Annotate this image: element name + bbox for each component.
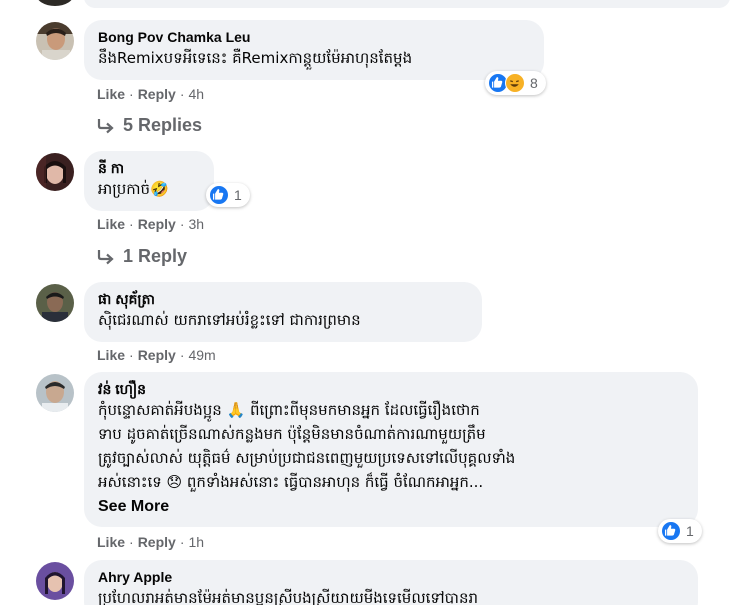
- like-button[interactable]: Like: [97, 86, 125, 102]
- comment-actions: Like · Reply · 1h: [97, 534, 204, 550]
- comment-timestamp[interactable]: 1h: [188, 534, 204, 550]
- comment-bubble-partial: [84, 0, 730, 8]
- reaction-summary[interactable]: 8: [485, 71, 546, 95]
- separator-dot: ·: [129, 216, 134, 232]
- comment-text: នឹងRemixបទអីទេនេះ គឺRemixកាន្តួយម៉ែអាហុន…: [98, 49, 413, 67]
- comment-author[interactable]: នី កា: [98, 159, 200, 177]
- reaction-summary[interactable]: 1: [658, 519, 702, 543]
- like-reaction-icon: [661, 521, 681, 541]
- avatar[interactable]: [36, 153, 74, 191]
- comment-author[interactable]: ផា សុគ័ត្រា: [98, 290, 468, 308]
- reaction-count: 1: [686, 523, 694, 539]
- comment-bubble: Ahry Apple ប្រហែលរាអត់មានម៉ែអត់មានប្អូនស…: [84, 560, 698, 605]
- comment-text: ស៊ិជេរណាស់ យករាទៅអប់រំខ្លះទៅ ជាការព្រមាន: [98, 311, 361, 329]
- avatar[interactable]: [36, 0, 74, 6]
- replies-label: 5 Replies: [123, 115, 203, 135]
- comment-author[interactable]: វន់ ហឿន: [98, 380, 684, 398]
- comment-timestamp[interactable]: 4h: [188, 86, 204, 102]
- comment-text-line: ត្រូវច្បាស់លាស់ យុត្តិធម៌ សម្រាប់ប្រជាជន…: [98, 449, 516, 467]
- comment-timestamp[interactable]: 49m: [188, 347, 215, 363]
- reply-button[interactable]: Reply: [138, 216, 176, 232]
- comment-author[interactable]: Bong Pov Chamka Leu: [98, 28, 530, 46]
- avatar[interactable]: [36, 562, 74, 600]
- comment-actions: Like · Reply · 4h: [97, 86, 204, 102]
- reaction-count: 1: [234, 187, 242, 203]
- separator-dot: ·: [129, 347, 134, 363]
- comment-text-line: អស់នោះទេ 😞 ពួកទាំងអស់នោះ ធ្វើបានអាហុន ក៏…: [98, 473, 484, 491]
- separator-dot: ·: [129, 534, 134, 550]
- separator-dot: ·: [179, 534, 185, 550]
- reply-button[interactable]: Reply: [138, 347, 176, 363]
- like-button[interactable]: Like: [97, 216, 125, 232]
- like-button[interactable]: Like: [97, 534, 125, 550]
- comment-bubble: Bong Pov Chamka Leu នឹងRemixបទអីទេនេះ គឺ…: [84, 20, 544, 80]
- comment-text-line: ទាប ដូចគាត់ច្រើនណាស់កន្លងមក ប៉ុន្តែមិនមា…: [98, 425, 486, 443]
- avatar[interactable]: [36, 22, 74, 60]
- reply-button[interactable]: Reply: [138, 86, 176, 102]
- separator-dot: ·: [129, 86, 134, 102]
- comment-text-line: កុំបន្ទោសគាត់អីបងប្អូន 🙏 ពីព្រោះពីមុនមកម…: [98, 401, 480, 419]
- see-more-link[interactable]: See More: [98, 496, 684, 518]
- like-reaction-icon: [209, 185, 229, 205]
- reaction-count: 8: [530, 75, 538, 91]
- like-button[interactable]: Like: [97, 347, 125, 363]
- comment-actions: Like · Reply · 49m: [97, 347, 216, 363]
- comment-bubble: ផា សុគ័ត្រា ស៊ិជេរណាស់ យករាទៅអប់រំខ្លះទៅ…: [84, 282, 482, 342]
- replies-label: 1 Reply: [123, 246, 188, 266]
- comment-timestamp[interactable]: 3h: [188, 216, 204, 232]
- reaction-summary[interactable]: 1: [206, 183, 250, 207]
- comment-text: អាប្រកាច់🤣: [98, 180, 169, 198]
- comment-text: ប្រហែលរាអត់មានម៉ែអត់មានប្អូនស្រីបងស្រីយា…: [98, 589, 478, 605]
- comment-author[interactable]: Ahry Apple: [98, 568, 684, 586]
- comment-bubble: នី កា អាប្រកាច់🤣: [84, 151, 214, 211]
- reply-button[interactable]: Reply: [138, 534, 176, 550]
- view-replies-button[interactable]: 1 Reply: [97, 245, 187, 267]
- separator-dot: ·: [179, 216, 185, 232]
- separator-dot: ·: [179, 86, 185, 102]
- reply-arrow-icon: [97, 245, 115, 267]
- haha-reaction-icon: [505, 73, 525, 93]
- view-replies-button[interactable]: 5 Replies: [97, 114, 202, 136]
- avatar[interactable]: [36, 374, 74, 412]
- reply-arrow-icon: [97, 114, 115, 136]
- separator-dot: ·: [179, 347, 185, 363]
- avatar[interactable]: [36, 284, 74, 322]
- comment-bubble: វន់ ហឿន កុំបន្ទោសគាត់អីបងប្អូន 🙏 ពីព្រោះ…: [84, 372, 698, 527]
- comment-actions: Like · Reply · 3h: [97, 216, 204, 232]
